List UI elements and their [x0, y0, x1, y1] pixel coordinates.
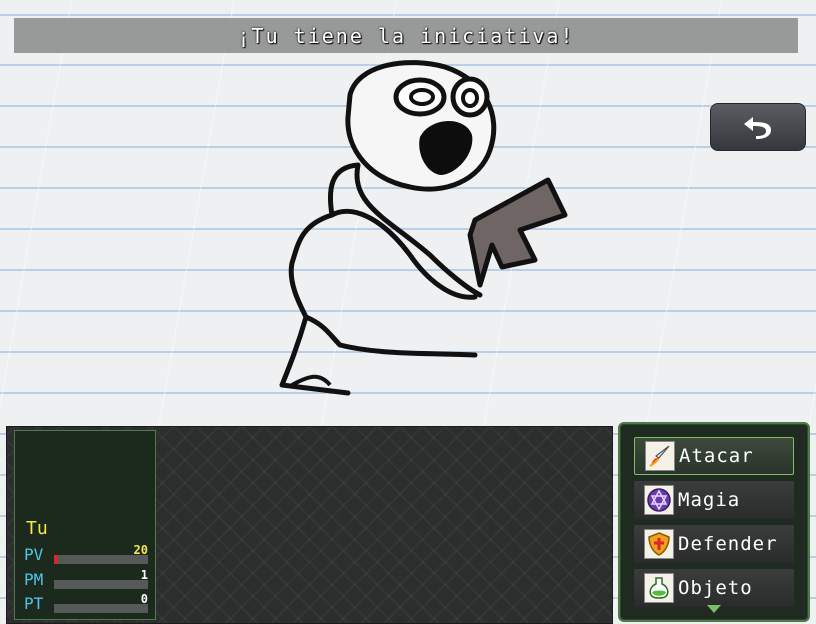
mp-gauge [54, 580, 148, 589]
command-defend[interactable]: Defender [634, 525, 794, 563]
actor-name: Tu [26, 518, 48, 539]
command-attack-label: Atacar [679, 445, 754, 467]
tp-gauge-row: PT 0 [24, 592, 152, 614]
enemy-stickman-sprite[interactable] [270, 55, 580, 400]
hp-label: PV [24, 545, 44, 564]
command-item-label: Objeto [678, 577, 753, 599]
scroll-down-arrow-icon[interactable] [707, 605, 721, 613]
tp-label: PT [24, 594, 44, 613]
undo-arrow-icon [744, 117, 771, 139]
hp-value: 20 [133, 543, 148, 557]
command-magic-label: Magia [678, 489, 741, 511]
tp-value: 0 [140, 592, 148, 606]
battle-message: ¡Tu tiene la iniciativa! [237, 23, 575, 48]
command-attack[interactable]: Atacar [634, 437, 794, 475]
mp-gauge-row: PM 1 [24, 568, 152, 590]
mp-label: PM [24, 570, 44, 589]
hp-gauge-fill [54, 555, 58, 564]
hp-gauge-row: PV 20 [24, 543, 152, 565]
command-item[interactable]: Objeto [634, 569, 794, 607]
potion-icon [644, 573, 674, 603]
mp-value: 1 [140, 568, 148, 582]
back-button[interactable] [710, 103, 806, 151]
sword-icon [645, 441, 675, 471]
command-defend-label: Defender [678, 533, 778, 555]
pentagram-icon [644, 485, 674, 515]
shield-icon [644, 529, 674, 559]
command-magic[interactable]: Magia [634, 481, 794, 519]
tp-gauge [54, 604, 148, 613]
battle-message-bar: ¡Tu tiene la iniciativa! [14, 18, 798, 53]
